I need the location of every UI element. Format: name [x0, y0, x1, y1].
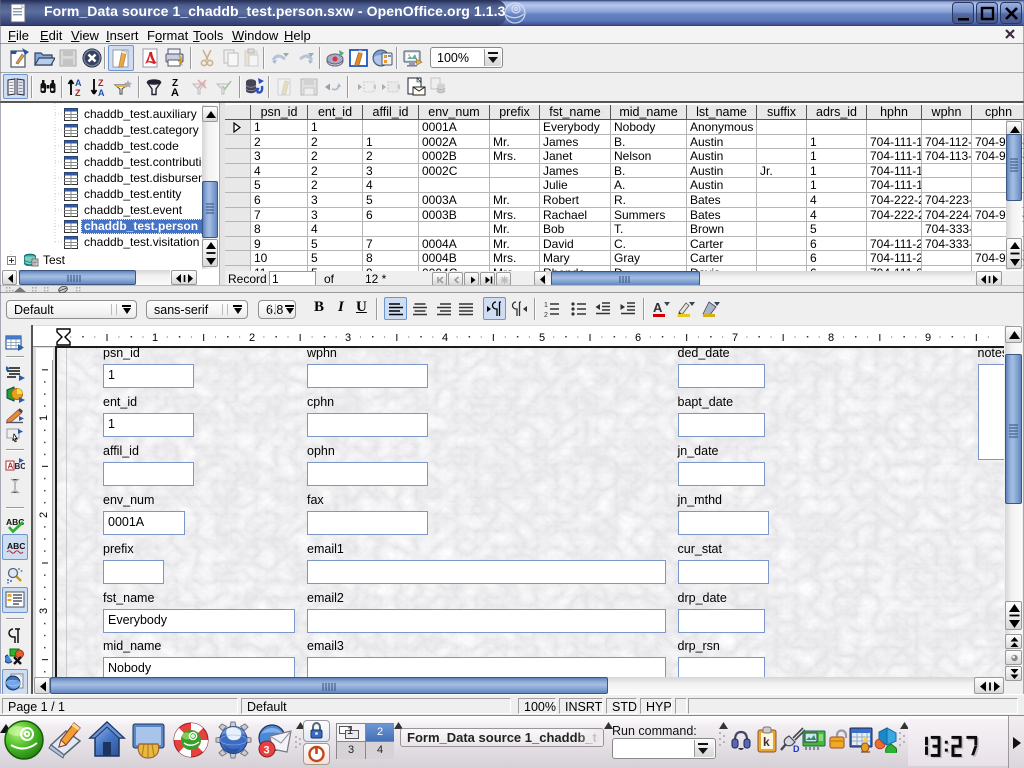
- svg-text:8: 8: [828, 332, 834, 344]
- svg-text:A: A: [75, 78, 82, 88]
- svg-text:1: 1: [544, 302, 548, 309]
- svg-text:6: 6: [635, 332, 641, 344]
- svg-text:3: 3: [38, 608, 50, 614]
- svg-text:2: 2: [544, 312, 548, 319]
- svg-text:A: A: [171, 87, 179, 98]
- svg-text:BC: BC: [15, 462, 26, 471]
- svg-text:A: A: [8, 462, 14, 471]
- svg-text:5: 5: [539, 332, 545, 344]
- svg-text:A: A: [653, 300, 663, 315]
- svg-text:D: D: [793, 744, 800, 754]
- svg-text:k: k: [763, 735, 770, 749]
- svg-text:Z: Z: [75, 88, 81, 98]
- svg-text:2: 2: [38, 512, 50, 518]
- svg-text:9: 9: [925, 332, 931, 344]
- svg-text:ABC: ABC: [7, 541, 25, 551]
- svg-text:1: 1: [152, 332, 158, 344]
- svg-text:3: 3: [264, 745, 270, 757]
- svg-text:A: A: [98, 88, 105, 98]
- svg-text:3: 3: [345, 332, 351, 344]
- svg-text:Z: Z: [98, 78, 104, 88]
- svg-text:1: 1: [38, 415, 50, 421]
- svg-text:7: 7: [732, 332, 738, 344]
- svg-text:4: 4: [442, 332, 448, 344]
- svg-text:2: 2: [249, 332, 255, 344]
